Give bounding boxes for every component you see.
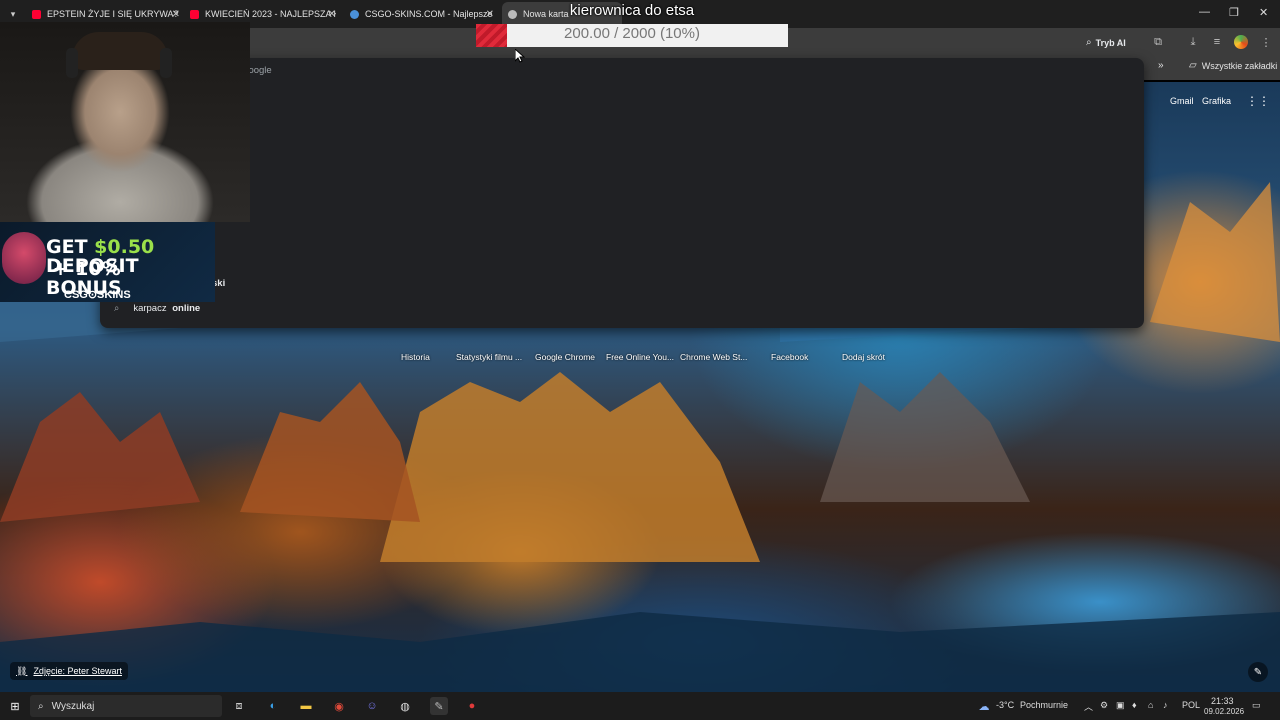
notepad-icon[interactable]: ✎ [430, 697, 448, 715]
windows-start-icon[interactable]: ⊞ [6, 697, 24, 715]
tab-title: KWIECIEŃ 2023 - NAJLEPSZA K [205, 9, 336, 19]
more-bookmarks-icon[interactable]: » [1158, 60, 1164, 71]
screen: ▾ EPSTEIN ŻYJE I SIĘ UKRYWA? (G ✕ KWIECI… [0, 0, 1280, 720]
suggestion-bold: online [172, 303, 201, 314]
media-control-icon[interactable]: ≡ [1209, 34, 1225, 50]
streamer-webcam [0, 22, 250, 222]
clock-time[interactable]: 21:33 [1211, 696, 1234, 706]
more-menu-icon[interactable]: ⋮ [1258, 34, 1274, 50]
shortcut-historia[interactable]: Historia [401, 352, 430, 362]
restore-icon[interactable]: ❐ [1229, 6, 1239, 19]
mouse-cursor-icon [515, 49, 525, 63]
photo-credit-link[interactable]: ⛓ Zdjęcie: Peter Stewart [10, 662, 128, 680]
tray-app-icon[interactable]: ⚙ [1100, 700, 1108, 711]
youtube-icon [190, 9, 199, 19]
shortcut-statystyki[interactable]: Statystyki filmu ... [456, 352, 522, 362]
close-tab-icon[interactable]: ✕ [328, 9, 336, 20]
ai-mode-label: Tryb AI [1095, 37, 1126, 48]
task-view-icon[interactable]: ⧈ [230, 697, 248, 715]
close-window-icon[interactable]: ✕ [1259, 6, 1268, 19]
donation-goal-title: kierownica do etsa [569, 2, 695, 19]
microphone-icon[interactable]: ♦ [1132, 700, 1137, 710]
photo-credit-text: Zdjęcie: Peter Stewart [33, 666, 122, 676]
search-icon: ⌕ [38, 700, 44, 712]
weather-desc: Pochmurnie [1020, 700, 1069, 710]
all-bookmarks-label: Wszystkie zakładki [1201, 60, 1278, 71]
youtube-icon [32, 9, 41, 19]
file-explorer-icon[interactable]: ▬ [297, 697, 315, 715]
folder-icon: ▱ [1189, 60, 1197, 71]
shortcut-add[interactable]: Dodaj skrót [842, 352, 885, 362]
obs-icon[interactable]: ● [463, 697, 481, 715]
notifications-icon[interactable]: ▭ [1252, 700, 1261, 711]
headphone-right [160, 48, 172, 78]
shortcut-free-online[interactable]: Free Online You... [606, 352, 674, 362]
weather-icon: ☁ [978, 700, 990, 713]
discord-icon[interactable]: ☺ [363, 697, 381, 715]
customize-edit-icon[interactable]: ✎ [1248, 662, 1268, 682]
extensions-icon[interactable]: ⧉ [1150, 34, 1166, 50]
suggestion-search-row[interactable]: ⌕ karpacz online [114, 303, 200, 314]
sponsor-banner: GET $0.50 + 10% DEPOSIT BONUS CSG⊙SKINS [0, 222, 215, 302]
clock-date[interactable]: 09.02.2026 [1204, 707, 1244, 716]
language-indicator[interactable]: POL [1182, 700, 1200, 710]
volume-icon[interactable]: ♪ [1163, 700, 1168, 710]
steam-icon[interactable]: ◍ [396, 697, 414, 715]
tab-kwiecien[interactable]: KWIECIEŃ 2023 - NAJLEPSZA K ✕ [190, 4, 336, 24]
download-icon[interactable]: ⤓ [1185, 34, 1201, 50]
images-link[interactable]: Grafika [1202, 96, 1231, 106]
profile-avatar[interactable] [1233, 34, 1249, 50]
windows-taskbar: ⊞ ⌕ Wyszukaj ⧈ ◐ ▬ ◉ ☺ ◍ ✎ ● ☁ -3°C Poch… [0, 692, 1280, 720]
headphone-left [66, 48, 78, 78]
webcam-hair [72, 32, 168, 70]
ai-search-icon: ⌕ [1086, 37, 1092, 48]
promo-brand: CSG⊙SKINS [64, 289, 131, 301]
link-icon: ⛓ [16, 665, 28, 676]
tab-title: CSGO-SKINS.COM - Najlepsze [365, 9, 493, 19]
search-icon: ⌕ [114, 303, 120, 314]
ai-mode-button[interactable]: ⌕ Tryb AI [1086, 34, 1126, 51]
omnibox-suggestions: - Wyszukiwarka Google kamery pogoda ski … [100, 58, 1144, 328]
suggestion-prefix: karpacz [133, 303, 170, 314]
all-bookmarks-button[interactable]: ▱ Wszystkie zakładki [1189, 60, 1277, 71]
close-tab-icon[interactable]: ✕ [172, 9, 180, 20]
shortcut-facebook[interactable]: Facebook [771, 352, 808, 362]
edge-icon[interactable]: ◐ [264, 697, 282, 715]
network-icon[interactable]: ⌂ [1148, 700, 1153, 710]
tab-title: EPSTEIN ŻYJE I SIĘ UKRYWA? (G [47, 9, 180, 19]
tray-overflow-icon[interactable]: ︿ [1084, 700, 1093, 713]
chrome-icon[interactable]: ◉ [330, 697, 348, 715]
tab-search-icon[interactable]: ▾ [4, 5, 22, 23]
donation-goal-bar: 200.00 / 2000 (10%) [476, 24, 788, 47]
donation-goal-text: 200.00 / 2000 (10%) [564, 25, 700, 42]
minimize-icon[interactable]: — [1199, 6, 1210, 18]
taskbar-search[interactable]: ⌕ Wyszukaj [30, 695, 222, 717]
tab-csgo-skins[interactable]: CSGO-SKINS.COM - Najlepsze ✕ [350, 4, 494, 24]
shortcut-chrome-web-store[interactable]: Chrome Web St... [680, 352, 747, 362]
gmail-link[interactable]: Gmail [1170, 96, 1194, 106]
tray-display-icon[interactable]: ▣ [1116, 700, 1125, 711]
shortcut-google-chrome[interactable]: Google Chrome [535, 352, 595, 362]
taskbar-search-placeholder: Wyszukaj [51, 700, 95, 712]
google-apps-icon[interactable]: ⋮⋮ [1246, 94, 1270, 108]
mascot-image [2, 232, 46, 284]
csgo-skins-icon [350, 9, 359, 19]
tab-epstein[interactable]: EPSTEIN ŻYJE I SIĘ UKRYWA? (G ✕ [32, 4, 180, 24]
weather-temp: -3°C [996, 700, 1015, 710]
